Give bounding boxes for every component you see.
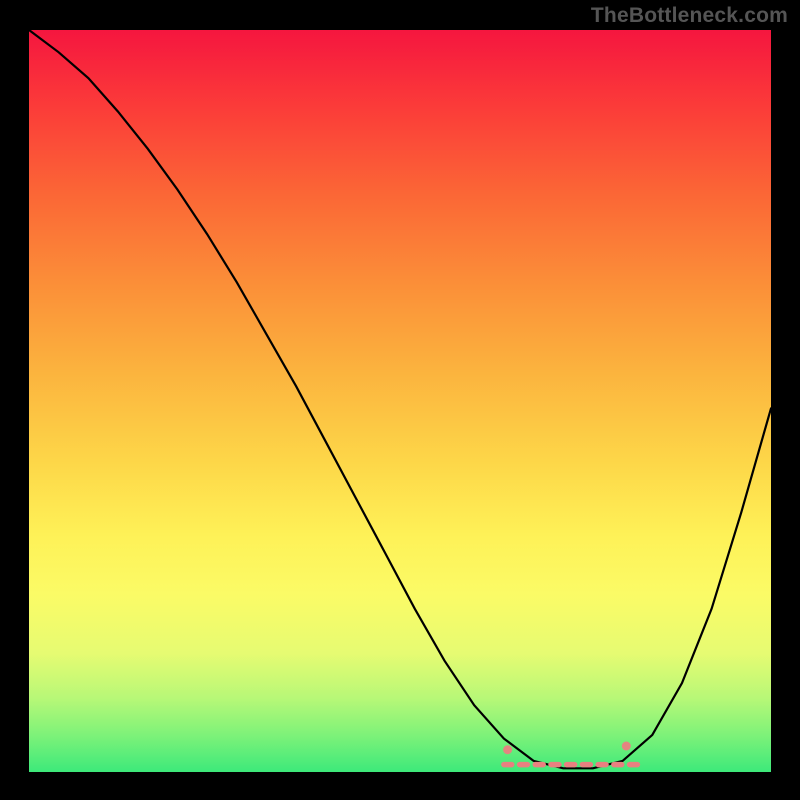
bottleneck-curve-svg	[29, 30, 771, 772]
bottleneck-curve	[29, 30, 771, 768]
watermark-text: TheBottleneck.com	[591, 4, 788, 28]
chart-frame: TheBottleneck.com	[0, 0, 800, 800]
chart-plot-area	[29, 30, 771, 772]
